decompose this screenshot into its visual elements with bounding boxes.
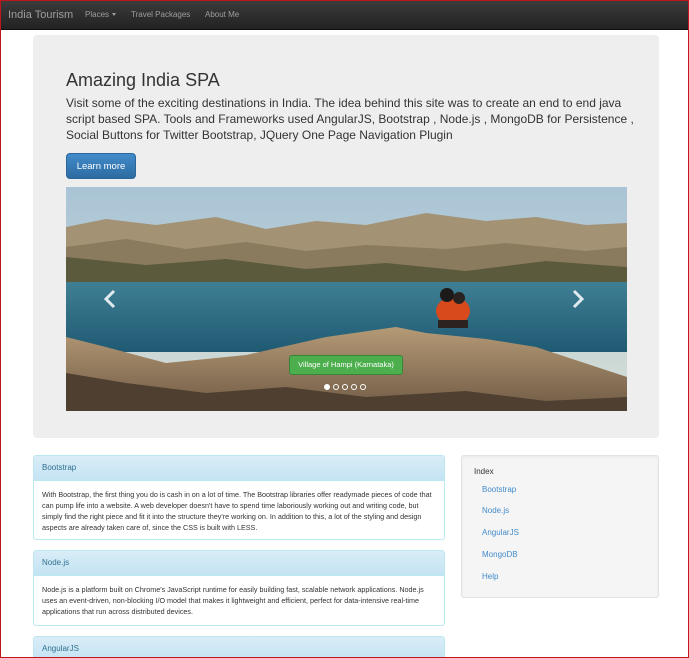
carousel-indicators [324,384,366,392]
nav-places-dropdown[interactable]: Places [85,10,117,19]
chevron-right-icon [572,289,585,309]
caret-down-icon [112,13,117,17]
nav-about-me[interactable]: About Me [205,10,239,19]
carousel-indicator[interactable] [333,384,339,390]
navbar: India Tourism Places Travel Packages Abo… [0,0,689,30]
chevron-left-icon [103,289,116,309]
panel-body: With Bootstrap, the first thing you do i… [42,490,432,532]
index-link-mongodb[interactable]: MongoDB [482,550,518,559]
learn-more-button[interactable]: Learn more [66,153,136,179]
carousel-photo [66,187,627,411]
carousel: Village of Hampi (Karnataka) [66,187,627,411]
intro-text: Visit some of the exciting destinations … [66,96,634,142]
panel-heading: Bootstrap [34,456,444,481]
index-title: Index [474,467,494,476]
navbar-brand[interactable]: India Tourism [8,9,73,21]
nav-travel-packages[interactable]: Travel Packages [131,10,190,19]
panel-body: Node.js is a platform built on Chrome's … [42,585,424,616]
carousel-indicator[interactable] [324,384,330,390]
index-link-help[interactable]: Help [482,572,498,581]
panel-heading: AngularJS [34,637,444,658]
carousel-indicator[interactable] [351,384,357,390]
carousel-indicator[interactable] [342,384,348,390]
jumbotron: Amazing India SPA Visit some of the exci… [33,35,659,438]
nav-places-label: Places [85,10,110,19]
panel-nodejs: Node.js Node.js is a platform built on C… [33,550,445,626]
index-link-bootstrap[interactable]: Bootstrap [482,485,516,494]
carousel-prev[interactable] [100,285,120,313]
carousel-caption: Village of Hampi (Karnataka) [289,355,403,375]
index-link-angularjs[interactable]: AngularJS [482,528,519,537]
page-title: Amazing India SPA [66,70,220,90]
panel-bootstrap: Bootstrap With Bootstrap, the first thin… [33,455,445,540]
panel-angularjs: AngularJS [33,636,445,658]
panel-heading: Node.js [34,551,444,576]
carousel-next[interactable] [568,285,588,313]
index-sidebar: Index Bootstrap Node.js AngularJS MongoD… [461,455,659,598]
carousel-indicator[interactable] [360,384,366,390]
index-link-nodejs[interactable]: Node.js [482,506,509,515]
